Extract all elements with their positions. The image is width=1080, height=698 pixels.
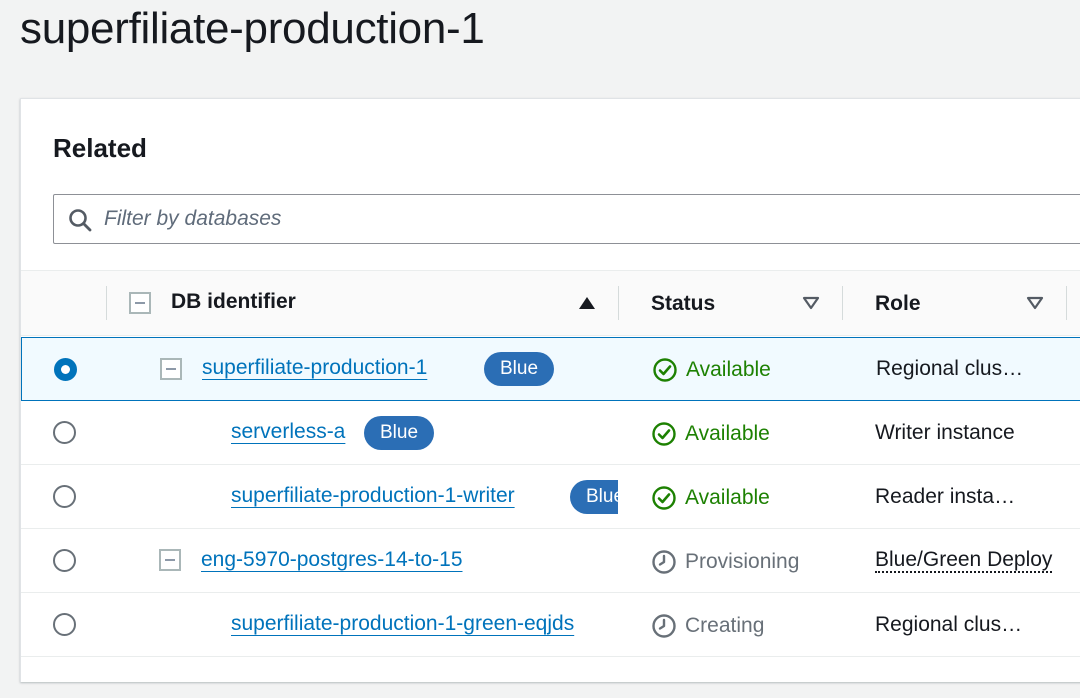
clock-icon — [652, 550, 676, 574]
search-icon — [69, 209, 92, 232]
row-radio[interactable] — [53, 613, 76, 636]
status-cell: Creating — [651, 612, 764, 640]
role-text[interactable]: Blue/Green Deploy — [875, 549, 1053, 573]
column-header-role[interactable]: Role — [875, 292, 921, 316]
table-header: DB identifier Status Role — [21, 270, 1080, 336]
collapse-all-toggle[interactable] — [129, 292, 151, 314]
status-cell: Provisioning — [651, 548, 799, 576]
column-resizer[interactable] — [618, 286, 619, 320]
filter-box[interactable] — [53, 194, 1080, 244]
db-identifier-link[interactable]: superfiliate-production-1-writer — [231, 484, 515, 508]
db-identifier-link[interactable]: eng-5970-postgres-14-to-15 — [201, 548, 463, 572]
role-text: Reader insta… — [875, 485, 1016, 508]
status-text: Available — [685, 486, 770, 509]
row-radio[interactable] — [54, 358, 77, 381]
table-row[interactable]: superfiliate-production-1-writer Blue Av… — [21, 465, 1080, 529]
role-text: Writer instance — [875, 421, 1015, 444]
column-resizer[interactable] — [1066, 286, 1067, 320]
role-text: Regional clus… — [875, 613, 1023, 636]
status-text: Available — [685, 422, 770, 445]
check-circle-icon — [652, 486, 676, 510]
table-row[interactable]: superfiliate-production-1-green-eqjds Cr… — [21, 593, 1080, 657]
caret-up-icon[interactable] — [578, 296, 596, 310]
check-circle-icon — [652, 422, 676, 446]
status-text: Available — [686, 358, 771, 381]
role-text: Regional clus… — [876, 357, 1024, 380]
row-radio[interactable] — [53, 421, 76, 444]
table-row[interactable]: eng-5970-postgres-14-to-15 Provisioning … — [21, 529, 1080, 593]
status-text: Provisioning — [685, 550, 800, 573]
caret-down-outline-icon[interactable] — [802, 296, 820, 310]
caret-down-outline-icon[interactable] — [1026, 296, 1044, 310]
related-panel: Related DB identifier Status Role — [20, 98, 1080, 682]
filter-databases-input[interactable] — [104, 195, 1004, 243]
table-row[interactable]: superfiliate-production-1 Blue Available… — [21, 337, 1080, 401]
badge-clip: Blue — [561, 465, 618, 529]
collapse-toggle[interactable] — [159, 549, 181, 571]
status-cell: Available — [651, 420, 770, 448]
column-resizer[interactable] — [842, 286, 843, 320]
column-header-status[interactable]: Status — [651, 292, 715, 316]
check-circle-icon — [653, 358, 677, 382]
blue-badge: Blue — [570, 480, 618, 514]
status-text: Creating — [685, 614, 765, 637]
table-row[interactable]: serverless-a Blue Available Writer insta… — [21, 401, 1080, 465]
column-header-db-identifier[interactable]: DB identifier — [171, 290, 296, 314]
status-cell: Available — [652, 356, 771, 384]
row-radio[interactable] — [53, 549, 76, 572]
page-title: superfiliate-production-1 — [20, 4, 485, 53]
clock-icon — [652, 614, 676, 638]
row-radio[interactable] — [53, 485, 76, 508]
related-heading: Related — [53, 133, 147, 163]
db-identifier-link[interactable]: superfiliate-production-1 — [202, 356, 427, 380]
status-cell: Available — [651, 484, 770, 512]
db-identifier-link[interactable]: superfiliate-production-1-green-eqjds — [231, 612, 574, 636]
db-identifier-link[interactable]: serverless-a — [231, 420, 345, 444]
blue-badge: Blue — [364, 416, 435, 450]
column-separator — [106, 286, 107, 320]
blue-badge: Blue — [484, 352, 555, 386]
collapse-toggle[interactable] — [160, 358, 182, 380]
